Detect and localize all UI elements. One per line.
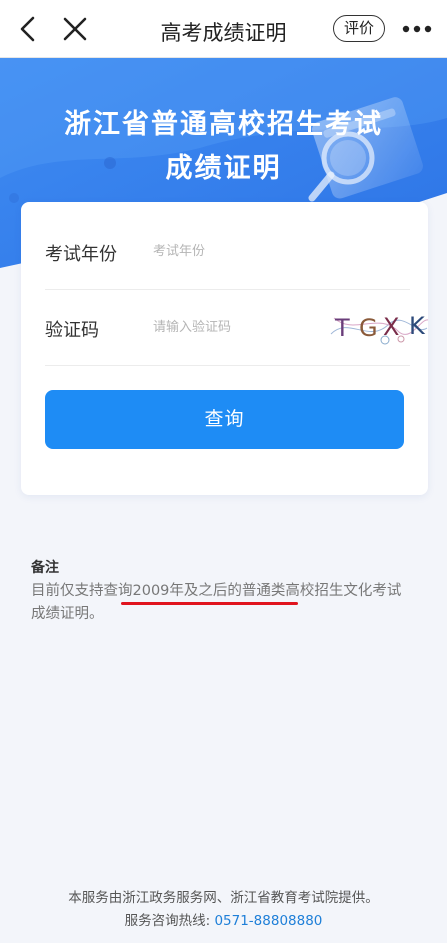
rate-button[interactable]: 评价 [333,15,385,42]
red-underline-annotation [121,602,298,605]
captcha-label: 验证码 [45,320,99,341]
divider [45,365,410,366]
exam-year-row: 考试年份 [45,214,410,288]
top-bar: 高考成绩证明 评价 [0,0,447,58]
close-icon [63,17,87,41]
more-dots-icon [402,25,432,33]
captcha-graphic: T G X K [330,312,429,345]
captcha-row: 验证码 T G X K [45,290,429,364]
captcha-letter: X [383,313,399,341]
chevron-left-icon [20,16,35,42]
query-button[interactable]: 查询 [45,390,404,449]
hero-title-line2: 成绩证明 [165,153,282,184]
captcha-input[interactable] [153,312,303,342]
exam-year-input[interactable] [153,236,303,266]
footer-provider: 本服务由浙江政务服务网、浙江省教育考试院提供。 [68,890,379,906]
footer-hotline: 服务咨询热线: 0571-88808880 [0,910,447,933]
footer: 本服务由浙江政务服务网、浙江省教育考试院提供。 服务咨询热线: 0571-888… [0,887,447,933]
back-button[interactable] [13,14,43,44]
query-form-card: 考试年份 验证码 T G X K 查询 [21,202,429,495]
note-title: 备注 [31,560,59,576]
hotline-label: 服务咨询热线: [124,913,211,929]
captcha-image[interactable]: T G X K [329,306,429,346]
hero-title-line1: 浙江省普通高校招生考试 [64,109,383,140]
more-button[interactable] [400,16,434,42]
close-button[interactable] [60,14,90,44]
captcha-letter: K [409,312,426,340]
exam-year-label: 考试年份 [45,244,117,265]
captcha-letter: G [359,314,378,342]
hotline-link[interactable]: 0571-88808880 [214,913,322,929]
captcha-letter: T [334,314,350,342]
